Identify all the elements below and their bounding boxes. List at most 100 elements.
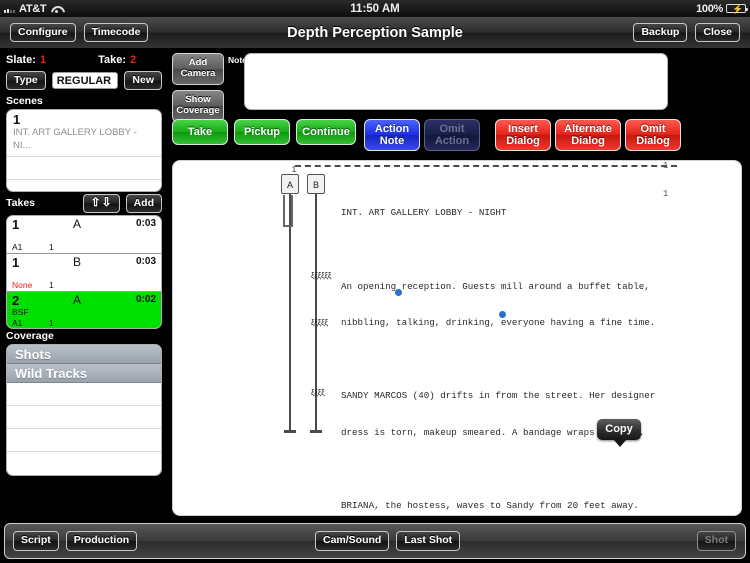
status-bar-right: 100% ⚡ [696, 3, 746, 15]
shot-button[interactable]: Shot [697, 531, 736, 550]
slate-take-row: Slate: 1 Take: 2 [0, 49, 168, 69]
takes-list[interactable]: 1 A 0:03 A1 1 1 B 0:03 None 1 2 A 0:02 B… [6, 215, 162, 329]
toolbar-left-group: Script Production [13, 531, 137, 550]
camera-marker-a[interactable]: A [281, 174, 299, 194]
bottom-toolbar: Script Production Cam/Sound Last Shot Sh… [4, 523, 746, 559]
take-count: 1 [49, 280, 54, 290]
coverage-empty-row [7, 383, 161, 406]
clock-label: 11:50 AM [0, 3, 750, 15]
new-button[interactable]: New [124, 71, 162, 90]
selection-handle-start[interactable] [395, 289, 402, 296]
script-blank [341, 244, 737, 256]
camera-foot-b [310, 430, 322, 433]
notes-label: Notes [228, 55, 242, 66]
close-button[interactable]: Close [695, 23, 740, 42]
squiggle-segment: ξξξξξ [311, 320, 320, 325]
take-sub: None [12, 280, 32, 290]
camera-clip-a [283, 195, 293, 227]
scene-empty-row [7, 157, 161, 180]
omit-action-button[interactable]: Omit Action [424, 119, 480, 151]
camera-marker-b[interactable]: B [307, 174, 325, 194]
camera-line-a [289, 194, 291, 432]
take-letter: A [73, 293, 81, 307]
page-break-dashed-line [295, 165, 677, 167]
squiggle-segment: ξξξξξξ [311, 273, 320, 278]
takes-header: Takes ⇧⇩ Add [0, 192, 168, 215]
takes-title: Takes [6, 196, 83, 211]
takes-tools: ⇧⇩ Add [83, 194, 162, 213]
selection-handle-end[interactable] [499, 311, 506, 318]
scenes-title: Scenes [0, 94, 168, 109]
take-count: 1 [49, 318, 54, 328]
ios-status-bar: AT&T 11:50 AM 100% ⚡ [0, 0, 750, 17]
top-navigation-bar: Configure Timecode Depth Perception Samp… [0, 17, 750, 49]
show-coverage-button[interactable]: Show Coverage [172, 90, 224, 122]
type-value-field[interactable]: REGULAR [52, 72, 119, 89]
coverage-empty-row [7, 429, 161, 452]
type-row: Type REGULAR New [0, 69, 168, 94]
scene-number: 1 [13, 113, 155, 127]
take-number: 1 [12, 217, 19, 232]
coverage-item-shots[interactable]: Shots [7, 345, 161, 364]
coverage-list[interactable]: Shots Wild Tracks [6, 344, 162, 476]
take-number: 1 [12, 255, 19, 270]
take-row[interactable]: 1 B 0:03 None 1 [7, 254, 161, 292]
production-button[interactable]: Production [66, 531, 137, 550]
take-row[interactable]: 1 A 0:03 A1 1 [7, 216, 161, 254]
toolbar-middle-group: Cam/Sound Last Shot [315, 531, 460, 550]
battery-icon: ⚡ [726, 4, 746, 13]
backup-button[interactable]: Backup [633, 23, 687, 42]
screenplay-text[interactable]: INT. ART GALLERY LOBBY - NIGHT An openin… [341, 183, 737, 516]
app-root: AT&T 11:50 AM 100% ⚡ Configure Timecode … [0, 0, 750, 563]
add-camera-button[interactable]: Add Camera [172, 53, 224, 85]
type-button[interactable]: Type [6, 71, 46, 90]
squiggle-segment: ξξξξ [311, 390, 320, 395]
slate-label: Slate: [6, 54, 36, 66]
pickup-button[interactable]: Pickup [234, 119, 290, 145]
toolbar-right-group: Shot [697, 531, 736, 550]
last-shot-button[interactable]: Last Shot [396, 531, 460, 550]
scenes-list[interactable]: 1 INT. ART GALLERY LOBBY - NI... [6, 109, 162, 192]
script-panel[interactable]: 1 A B ξξξξξξ ξξξξξ ξξξξ 1 1 INT. ART GAL… [172, 160, 742, 516]
take-duration: 0:03 [136, 218, 156, 229]
take-number: 2 [12, 293, 19, 308]
script-line: BRIANA, the hostess, waves to Sandy from… [341, 500, 737, 512]
copy-tooltip[interactable]: Copy [597, 419, 641, 440]
coverage-empty-row [7, 406, 161, 429]
omit-dialog-button[interactable]: Omit Dialog [625, 119, 681, 151]
notes-input[interactable] [244, 53, 668, 110]
scene-list-item[interactable]: 1 INT. ART GALLERY LOBBY - NI... [7, 110, 161, 157]
left-sidebar: Slate: 1 Take: 2 Type REGULAR New Scenes… [0, 49, 168, 517]
scene-empty-row [7, 180, 161, 192]
take-row-selected[interactable]: 2 A 0:02 BSF A1 1 [7, 292, 161, 329]
action-note-button[interactable]: Action Note [364, 119, 420, 151]
battery-percent-label: 100% [696, 3, 723, 15]
take-sub: A1 [12, 318, 22, 328]
take-letter: A [73, 217, 81, 231]
continue-button[interactable]: Continue [296, 119, 356, 145]
take-letter: B [73, 255, 81, 269]
script-line: dress is torn, makeup smeared. A bandage… [341, 427, 737, 439]
sort-arrows-icon[interactable]: ⇧⇩ [83, 194, 119, 213]
script-button[interactable]: Script [13, 531, 59, 550]
take-mid-label: BSF [12, 307, 29, 317]
cam-sound-button[interactable]: Cam/Sound [315, 531, 389, 550]
coverage-title: Coverage [0, 329, 168, 344]
page-marker: 1 [663, 161, 668, 171]
insert-dialog-button[interactable]: Insert Dialog [495, 119, 551, 151]
navbar-right-buttons: Backup Close [633, 23, 740, 42]
take-duration: 0:03 [136, 256, 156, 267]
camera-strip-group: 1 A B ξξξξξξ ξξξξξ ξξξξ [281, 165, 333, 437]
script-line: INT. ART GALLERY LOBBY - NIGHT [341, 207, 737, 219]
script-blank [341, 464, 737, 476]
add-take-button[interactable]: Add [126, 194, 162, 213]
coverage-item-wild-tracks[interactable]: Wild Tracks [7, 364, 161, 383]
take-label: Take: [98, 54, 126, 66]
scene-description: INT. ART GALLERY LOBBY - NI... [13, 127, 155, 152]
take-duration: 0:02 [136, 294, 156, 305]
alternate-dialog-button[interactable]: Alternate Dialog [555, 119, 621, 151]
take-button[interactable]: Take [172, 119, 228, 145]
take-sub: A1 [12, 242, 22, 252]
take-value: 2 [130, 54, 136, 66]
script-line: SANDY MARCOS (40) drifts in from the str… [341, 390, 737, 402]
